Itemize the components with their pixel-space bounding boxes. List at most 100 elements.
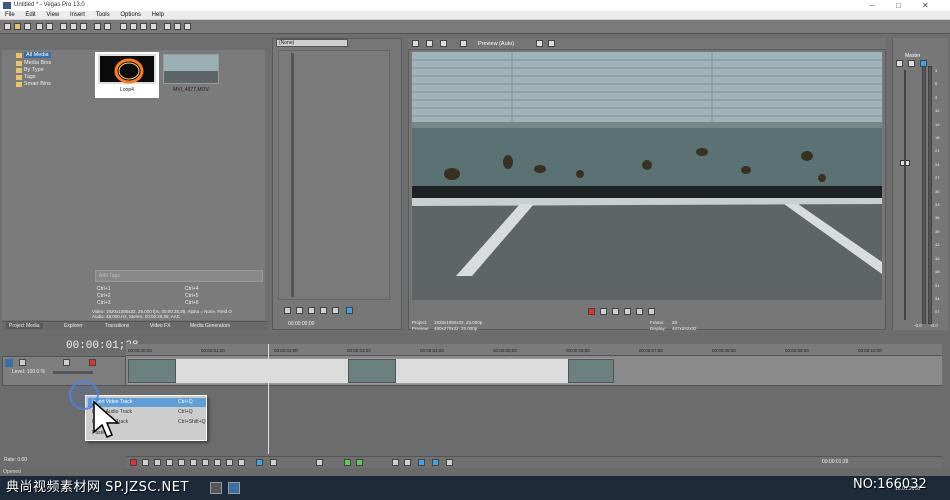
master-scale-tick: 39 (935, 228, 940, 234)
preview-play-icon[interactable] (600, 308, 607, 315)
transport-start-icon[interactable] (202, 459, 209, 466)
lock-envelopes-icon[interactable] (184, 23, 191, 30)
master-fader-track (904, 70, 906, 320)
copy-icon[interactable] (70, 23, 77, 30)
maximize-icon[interactable]: □ (896, 0, 901, 11)
playhead-cursor[interactable] (268, 344, 269, 454)
record-icon[interactable] (588, 308, 595, 315)
envelope-tool-icon[interactable] (130, 23, 137, 30)
transport-play-start-icon[interactable] (154, 459, 161, 466)
selection-tool-icon[interactable] (140, 23, 147, 30)
track-mute-icon[interactable] (63, 359, 70, 366)
tab-video-fx[interactable]: Video FX (150, 323, 170, 329)
minimize-icon[interactable]: – (870, 0, 874, 11)
media-item-mvi[interactable] (163, 54, 219, 84)
master-scale-tick: 24 (935, 161, 940, 167)
master-scale-tick: 12 (935, 108, 940, 114)
menu-tools[interactable]: Tools (96, 12, 110, 18)
tree-media-bins[interactable]: Media Bins (24, 60, 51, 66)
trimmer-next-icon[interactable] (332, 307, 339, 314)
trim-start-icon[interactable] (344, 459, 351, 466)
copy-snapshot-icon[interactable] (548, 40, 555, 47)
preview-next-frame-icon[interactable] (648, 308, 655, 315)
tree-smart-bins[interactable]: Smart Bins (24, 81, 51, 87)
menu-view[interactable]: View (46, 12, 59, 18)
open-icon[interactable] (14, 23, 21, 30)
marker-icon[interactable] (392, 459, 399, 466)
trimmer-stop-icon[interactable] (296, 307, 303, 314)
tag-search-input[interactable]: Add Tags (95, 270, 263, 282)
tab-transitions[interactable]: Transitions (105, 323, 129, 329)
preview-stop-icon[interactable] (624, 308, 631, 315)
menu-options[interactable]: Options (120, 12, 141, 18)
status-bar: Opened (0, 468, 950, 476)
split-icon[interactable] (316, 459, 323, 466)
trimmer-prev-icon[interactable] (320, 307, 327, 314)
ripple-icon[interactable] (432, 459, 439, 466)
preview-properties-icon[interactable] (412, 40, 419, 47)
draw-tool-icon[interactable] (120, 23, 127, 30)
lock-icon[interactable] (446, 459, 453, 466)
preview-quality[interactable]: Preview (Auto) (478, 41, 514, 47)
undo-icon[interactable] (94, 23, 101, 30)
track-level-slider[interactable] (53, 371, 93, 374)
envelope-edit-icon[interactable] (270, 459, 277, 466)
transport-loop-icon[interactable] (142, 459, 149, 466)
transport-prev-frame-icon[interactable] (226, 459, 233, 466)
left-dock-tabs: Project Media Explorer Transitions Video… (2, 321, 268, 330)
trimmer-source-select[interactable]: (None) (276, 39, 348, 47)
transport-next-frame-icon[interactable] (238, 459, 245, 466)
master-scale-tick: 27 (935, 175, 940, 181)
menu-help[interactable]: Help (152, 12, 164, 18)
master-scale-tick: 48 (935, 269, 940, 275)
transport-stop-icon[interactable] (190, 459, 197, 466)
media-thumb-loop4 (98, 54, 156, 84)
normal-edit-tool-icon[interactable] (256, 459, 263, 466)
snapping-icon[interactable] (164, 23, 171, 30)
preview-device-icon[interactable] (426, 40, 433, 47)
preview-pause-icon[interactable] (612, 308, 619, 315)
master-mute-icon[interactable] (908, 60, 915, 67)
transport-record-icon[interactable] (130, 459, 137, 466)
close-icon[interactable]: ✕ (922, 0, 929, 11)
tree-all-media[interactable]: All Media (24, 52, 51, 58)
transport-end-icon[interactable] (214, 459, 221, 466)
tab-project-media[interactable]: Project Media (6, 323, 43, 329)
tab-media-generators[interactable]: Media Generators (190, 323, 230, 329)
menu-insert[interactable]: Insert (70, 12, 85, 18)
trim-end-icon[interactable] (356, 459, 363, 466)
ruler-tick: 00:00:03;00 (347, 348, 371, 353)
menu-file[interactable]: File (5, 12, 15, 18)
master-meter-right (928, 66, 932, 324)
transport-pause-icon[interactable] (178, 459, 185, 466)
redo-icon[interactable] (104, 23, 111, 30)
trimmer-loop-icon[interactable] (308, 307, 315, 314)
snap-icon[interactable] (418, 459, 425, 466)
split-screen-icon[interactable] (440, 40, 447, 47)
overlays-icon[interactable] (460, 40, 467, 47)
taskbar-app-icon[interactable] (228, 482, 240, 494)
menu-edit[interactable]: Edit (25, 12, 35, 18)
taskbar-app-icon[interactable] (210, 482, 222, 494)
track-fx-icon[interactable] (19, 359, 26, 366)
tab-explorer[interactable]: Explorer (64, 323, 83, 329)
auto-ripple-icon[interactable] (174, 23, 181, 30)
timeline-ruler[interactable] (126, 344, 942, 356)
render-icon[interactable] (36, 23, 43, 30)
track-solo-icon[interactable] (89, 359, 96, 366)
preview-prev-frame-icon[interactable] (636, 308, 643, 315)
save-icon[interactable] (24, 23, 31, 30)
master-fx-icon[interactable] (896, 60, 903, 67)
zoom-tool-icon[interactable] (150, 23, 157, 30)
tree-tags[interactable]: Tags (24, 74, 36, 80)
trimmer-play-icon[interactable] (284, 307, 291, 314)
transport-play-icon[interactable] (166, 459, 173, 466)
paste-icon[interactable] (80, 23, 87, 30)
snapshot-icon[interactable] (536, 40, 543, 47)
region-icon[interactable] (404, 459, 411, 466)
new-project-icon[interactable] (4, 23, 11, 30)
tree-by-type[interactable]: By Type (24, 67, 44, 73)
trimmer-mark-icon[interactable] (346, 307, 353, 314)
cut-icon[interactable] (60, 23, 67, 30)
properties-icon[interactable] (46, 23, 53, 30)
